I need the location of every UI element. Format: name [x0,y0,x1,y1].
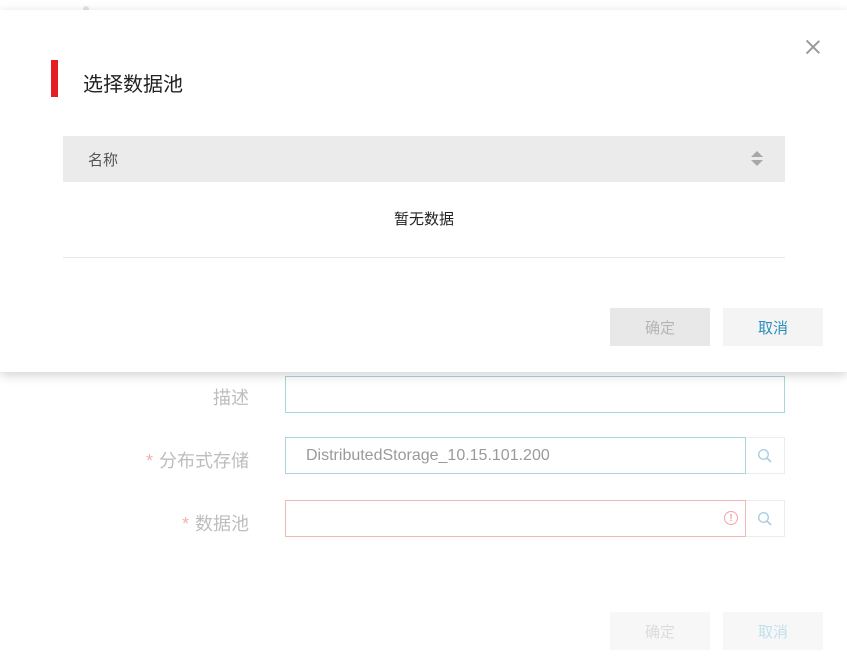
pool-label-text: 数据池 [195,514,249,534]
pool-search-button[interactable] [746,500,785,537]
pool-input[interactable] [285,500,746,537]
select-pool-dialog: 选择数据池 名称 暂无数据 确定 取消 [0,10,847,372]
storage-input[interactable]: DistributedStorage_10.15.101.200 [285,437,746,474]
pool-label: * 数据池 [182,510,249,536]
table-divider [63,257,785,258]
storage-label-text: 分布式存储 [159,451,249,471]
dialog-title: 选择数据池 [83,74,183,96]
storage-search-button[interactable] [746,437,785,474]
close-icon[interactable] [805,39,821,55]
search-icon [757,511,772,526]
error-icon: ! [724,511,738,525]
storage-label: * 分布式存储 [146,447,249,473]
title-accent-bar [51,60,58,97]
column-header-name[interactable]: 名称 [88,149,118,170]
cancel-button[interactable]: 取消 [723,308,823,346]
search-icon [757,448,772,463]
empty-table-text: 暂无数据 [393,211,454,228]
confirm-button[interactable]: 确定 [610,308,710,346]
sort-icon[interactable] [751,151,763,167]
sort-up-arrow [751,151,763,157]
required-mark: * [181,514,189,534]
required-mark: * [145,451,153,471]
description-label: 描述 [213,388,249,408]
sort-down-arrow [751,160,763,166]
table-header: 名称 [63,136,785,182]
description-input[interactable] [285,376,785,413]
form-cancel-button[interactable]: 取消 [723,612,823,650]
form-ok-button[interactable]: 确定 [610,612,710,650]
